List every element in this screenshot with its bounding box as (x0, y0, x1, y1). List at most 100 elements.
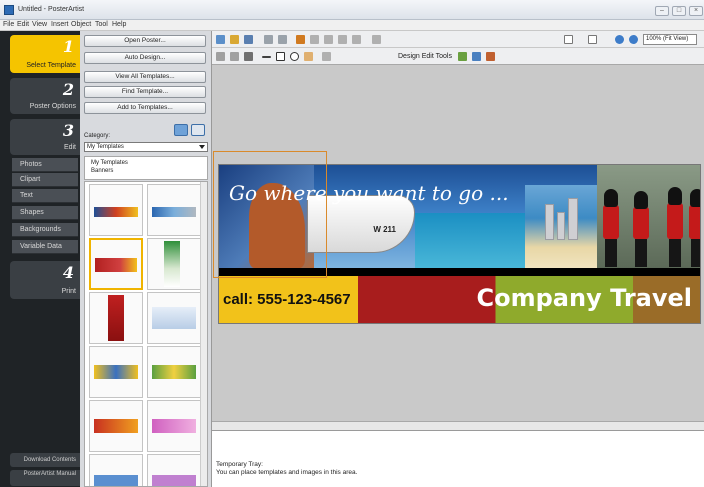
step-select-template[interactable]: 1 Select Template (10, 35, 80, 73)
poster-phone[interactable]: call: 555-123-4567 (219, 276, 358, 323)
guard (603, 189, 619, 267)
menu-file[interactable]: File (3, 21, 14, 28)
template-thumbnail[interactable] (147, 184, 201, 236)
zoom-in-icon[interactable] (615, 35, 624, 44)
step-print[interactable]: 4 Print (10, 261, 80, 299)
title-bar: Untitled - PosterArtist – □ × (0, 0, 704, 20)
view-all-templates-button[interactable]: View All Templates... (84, 71, 206, 83)
line-tool-icon[interactable] (262, 56, 271, 58)
rotate-icon[interactable] (230, 52, 239, 61)
chevron-down-icon (199, 145, 205, 149)
template-thumbnail[interactable] (147, 400, 201, 452)
flag-icon[interactable] (296, 35, 305, 44)
open-poster-button[interactable]: Open Poster... (84, 35, 206, 47)
find-template-button[interactable]: Find Template... (84, 86, 206, 98)
image-icon[interactable] (338, 35, 347, 44)
app-icon (4, 5, 14, 15)
template-scrollbar[interactable] (200, 182, 207, 486)
poster-company-banner[interactable]: Company Travel (358, 276, 700, 323)
play-icon[interactable] (310, 35, 319, 44)
zoom-out-icon[interactable] (629, 35, 638, 44)
step-number: 1 (62, 37, 74, 56)
building (545, 204, 554, 240)
ellipse-tool-icon[interactable] (290, 52, 299, 61)
design-tool-icon[interactable] (472, 52, 481, 61)
open-icon[interactable] (230, 35, 239, 44)
category-label: Category: (84, 133, 111, 139)
menu-edit[interactable]: Edit (17, 21, 29, 28)
menu-view[interactable]: View (32, 21, 47, 28)
selection-rectangle[interactable] (213, 151, 327, 278)
window-title: Untitled - PosterArtist (18, 6, 85, 13)
download-contents-button[interactable]: Download Contents (10, 453, 80, 467)
menu-insert[interactable]: Insert (51, 21, 69, 28)
template-thumbnail[interactable] (147, 454, 201, 486)
grid-view-icon[interactable] (174, 124, 188, 136)
tray-title: Temporary Tray: (216, 461, 263, 468)
design-tool-icon[interactable] (458, 52, 467, 61)
category-select[interactable]: My Templates (84, 142, 208, 152)
auto-design-button[interactable]: Auto Design... (84, 52, 206, 64)
guard (667, 187, 683, 267)
step-poster-options[interactable]: 2 Poster Options (10, 78, 80, 114)
step-label: Select Template (26, 62, 76, 69)
poster-company-name[interactable]: Company Travel (477, 284, 692, 312)
template-thumbnail[interactable] (147, 238, 201, 290)
new-icon[interactable] (216, 35, 225, 44)
close-button[interactable]: × (689, 6, 703, 16)
main-toolbar: 100% (Fit View) (212, 31, 704, 48)
template-thumbnail[interactable] (147, 346, 201, 398)
template-thumbnail[interactable] (89, 292, 143, 344)
template-thumbnail[interactable] (89, 454, 143, 486)
rectangle-tool-icon[interactable] (276, 52, 285, 61)
canvas-scrollbar[interactable] (212, 421, 704, 430)
template-thumbnail[interactable] (89, 346, 143, 398)
template-thumbnail[interactable] (89, 184, 143, 236)
zoom-select[interactable]: 100% (Fit View) (643, 34, 697, 45)
category-tree: My Templates Banners (84, 156, 208, 180)
text-cursor-icon[interactable] (244, 52, 253, 61)
guards-photo (597, 165, 700, 268)
tree-item-my-templates[interactable]: My Templates (91, 159, 201, 167)
sidebar-item-shapes[interactable]: Shapes (12, 206, 78, 220)
hand-tool-icon[interactable] (304, 52, 313, 61)
tree-item-banners[interactable]: Banners (91, 167, 201, 175)
menu-help[interactable]: Help (112, 21, 126, 28)
layer-icon[interactable] (352, 35, 361, 44)
redo-icon[interactable] (278, 35, 287, 44)
sidebar-item-photos[interactable]: Photos (12, 158, 78, 172)
select-arrow-icon[interactable] (216, 52, 225, 61)
sidebar-item-clipart[interactable]: Clipart (12, 173, 78, 187)
template-thumbnail[interactable] (147, 292, 201, 344)
text-tool-icon[interactable] (324, 35, 333, 44)
lock-icon[interactable] (372, 35, 381, 44)
template-thumbnail-selected[interactable] (89, 238, 143, 290)
menu-tool[interactable]: Tool (95, 21, 108, 28)
page-layout-icon[interactable] (564, 35, 573, 44)
sidebar-item-variable-data[interactable]: Variable Data (12, 240, 78, 254)
minimize-button[interactable]: – (655, 6, 669, 16)
crop-icon[interactable] (322, 52, 331, 61)
category-value: My Templates (87, 144, 124, 150)
step-label: Poster Options (29, 103, 76, 110)
zoom-value: 100% (Fit View) (646, 36, 689, 42)
building (557, 212, 565, 240)
step-label: Edit (63, 144, 76, 151)
guard (633, 191, 649, 267)
sidebar-item-backgrounds[interactable]: Backgrounds (12, 223, 78, 237)
maximize-button[interactable]: □ (672, 6, 686, 16)
save-icon[interactable] (244, 35, 253, 44)
tray-hint: You can place templates and images in th… (216, 469, 358, 476)
grid-icon[interactable] (588, 35, 597, 44)
menu-object[interactable]: Object (71, 21, 91, 28)
sidebar-item-text[interactable]: Text (12, 189, 78, 203)
undo-icon[interactable] (264, 35, 273, 44)
add-to-templates-button[interactable]: Add to Templates... (84, 102, 206, 114)
template-thumbnail[interactable] (89, 400, 143, 452)
temporary-tray[interactable]: Temporary Tray: You can place templates … (212, 430, 704, 487)
step-number: 2 (62, 80, 74, 99)
design-tool-icon[interactable] (486, 52, 495, 61)
step-edit[interactable]: 3 Edit (10, 119, 80, 155)
list-view-icon[interactable] (191, 124, 205, 136)
manual-button[interactable]: PosterArtist Manual (10, 470, 80, 486)
